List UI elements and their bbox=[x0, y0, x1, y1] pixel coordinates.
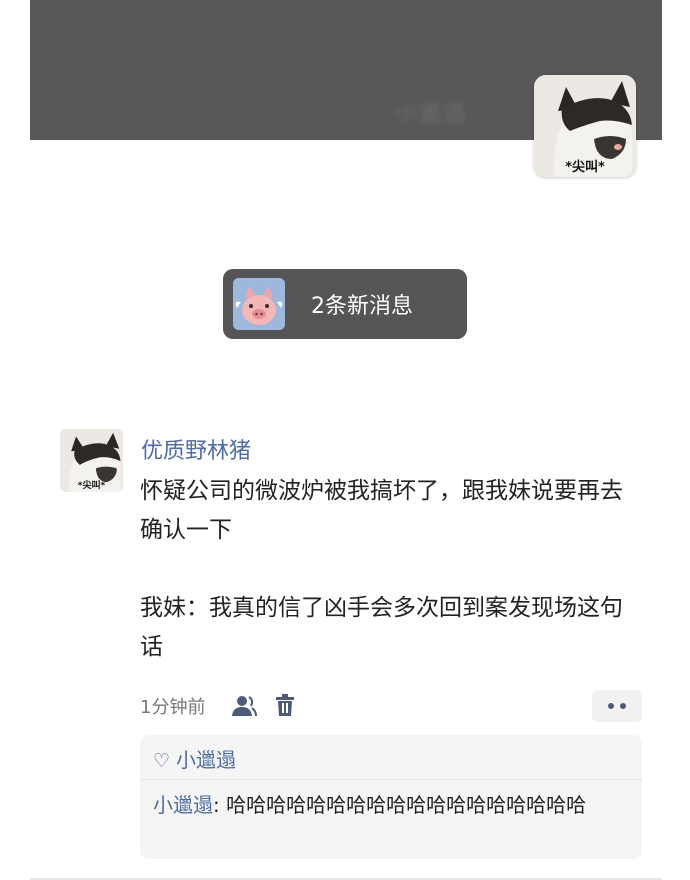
reply-text: 哈哈哈哈哈哈哈哈哈哈哈哈哈哈哈哈哈哈 bbox=[226, 793, 587, 817]
comment-time: 1分钟前 bbox=[140, 697, 206, 718]
heart-icon[interactable]: ♡ bbox=[153, 750, 170, 772]
dot bbox=[620, 703, 626, 709]
message-line: 我妹：我真的信了凶手会多次回到案发现场这句话 bbox=[140, 595, 623, 660]
comment-message: 怀疑公司的微波炉被我搞坏了，跟我妹说要再去确认一下 我妹：我真的信了凶手会多次回… bbox=[140, 472, 630, 667]
more-icon[interactable] bbox=[592, 690, 642, 722]
reply-author[interactable]: 小邋遢 bbox=[153, 793, 213, 817]
notification-avatar bbox=[233, 278, 285, 330]
notification-text: 2条新消息 bbox=[311, 294, 413, 319]
new-messages-notification[interactable]: 2条新消息 bbox=[223, 269, 467, 339]
divider bbox=[140, 779, 642, 780]
comment-username[interactable]: 优质野林猪 bbox=[141, 433, 251, 465]
reply-separator: : bbox=[213, 793, 227, 817]
commenter-avatar[interactable]: *尖叫* bbox=[60, 429, 123, 492]
dot bbox=[608, 703, 614, 709]
user-icon[interactable] bbox=[231, 695, 257, 721]
likes-row: ♡ 小邋遢 bbox=[153, 744, 236, 773]
cover-blurred-text: 小邋遢 bbox=[395, 102, 468, 127]
like-user[interactable]: 小邋遢 bbox=[176, 748, 236, 772]
avatar-caption: *尖叫* bbox=[565, 160, 605, 175]
message-line: 怀疑公司的微波炉被我搞坏了，跟我妹说要再去确认一下 bbox=[140, 478, 623, 543]
pig-icon bbox=[233, 278, 285, 330]
trash-icon[interactable] bbox=[276, 694, 294, 720]
avatar-caption: *尖叫* bbox=[77, 481, 106, 491]
profile-avatar[interactable]: *尖叫* bbox=[534, 75, 636, 177]
reply-comment[interactable]: 小邋遢: 哈哈哈哈哈哈哈哈哈哈哈哈哈哈哈哈哈哈 bbox=[153, 789, 628, 822]
